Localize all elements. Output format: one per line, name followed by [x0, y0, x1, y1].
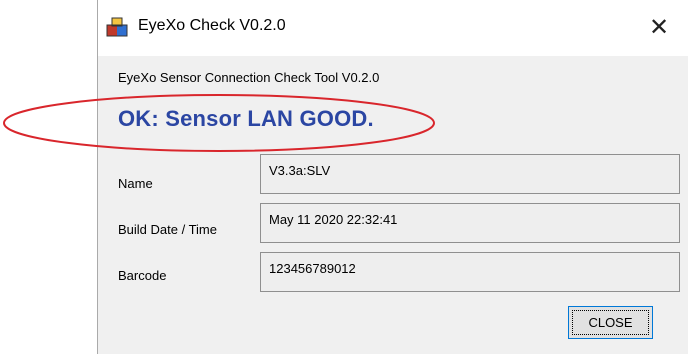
build-date-field: May 11 2020 22:32:41 — [260, 203, 680, 243]
title-bar: EyeXo Check V0.2.0 ✕ — [98, 0, 688, 56]
app-icon — [106, 16, 128, 38]
connection-status: OK: Sensor LAN GOOD. — [118, 106, 374, 131]
name-label: Name — [118, 176, 153, 191]
barcode-label: Barcode — [118, 268, 167, 283]
tool-description: EyeXo Sensor Connection Check Tool V0.2.… — [118, 70, 380, 85]
name-field: V3.3a:SLV — [260, 154, 680, 194]
build-date-label: Build Date / Time — [118, 222, 217, 237]
focus-rectangle — [572, 310, 649, 335]
close-button[interactable]: CLOSE — [568, 306, 653, 339]
window-title: EyeXo Check V0.2.0 — [138, 17, 286, 34]
close-icon[interactable]: ✕ — [639, 8, 679, 46]
app-window: EyeXo Check V0.2.0 ✕ EyeXo Sensor Connec… — [97, 0, 688, 354]
barcode-field: 123456789012 — [260, 252, 680, 292]
